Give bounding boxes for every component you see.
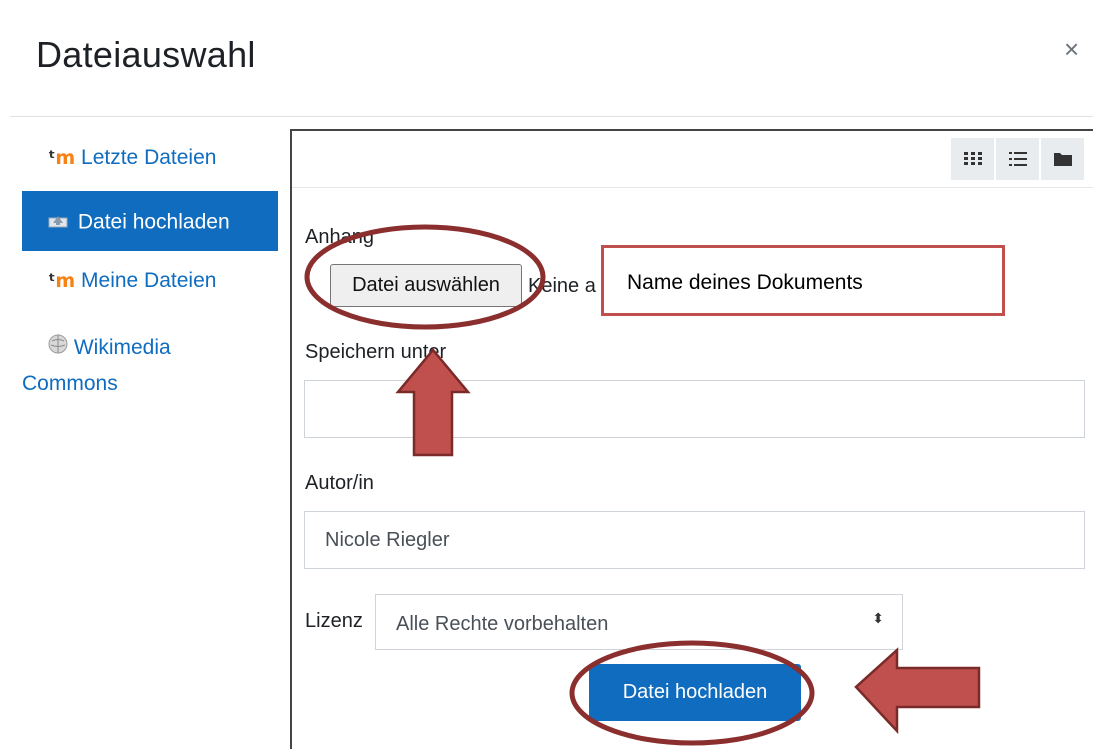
sidebar-item-my-files[interactable]: ᵗm Meine Dateien [22,269,278,301]
moodle-icon: ᵗm [48,147,76,169]
select-caret-icon: ⬍ [872,610,884,626]
view-switcher [951,138,1086,180]
folder-view-icon[interactable] [1041,138,1084,180]
moodle-icon: ᵗm [48,270,76,292]
main-panel [290,129,1093,749]
header-divider [10,116,1093,117]
license-select[interactable]: Alle Rechte vorbehalten ⬍ [375,594,903,650]
sidebar-item-label: Letzte Dateien [81,146,217,169]
file-status-text: Keine a [528,275,596,297]
wikipedia-icon [48,330,68,366]
license-selected-value: Alle Rechte vorbehalten [396,613,609,635]
sidebar-item-upload[interactable]: Datei hochladen [22,191,278,251]
sidebar-item-label-line2: Commons [22,372,118,396]
close-icon[interactable]: × [1064,36,1079,62]
choose-file-button[interactable]: Datei auswählen [330,264,522,307]
attachment-label: Anhang [305,226,374,248]
dialog-title: Dateiauswahl [36,34,256,75]
save-as-label: Speichern unter [305,341,447,363]
license-label: Lizenz [305,610,363,632]
author-field[interactable] [304,511,1085,569]
author-label: Autor/in [305,472,374,494]
save-as-field[interactable] [304,380,1085,438]
list-view-icon[interactable] [996,138,1039,180]
sidebar-item-label: Datei hochladen [77,210,230,234]
grid-view-icon[interactable] [951,138,994,180]
upload-submit-button[interactable]: Datei hochladen [589,664,801,721]
sidebar-item-wikimedia[interactable]: Wikimedia Commons [22,330,278,400]
annotation-callout-text: Name deines Dokuments [627,271,863,294]
annotation-callout: Name deines Dokuments [601,245,1005,316]
sidebar-item-label: Meine Dateien [81,269,217,292]
sidebar-item-recent-files[interactable]: ᵗm Letzte Dateien [22,146,278,178]
toolbar-divider [292,187,1093,188]
upload-icon [48,191,68,253]
sidebar-item-label: Wikimedia [73,336,171,359]
